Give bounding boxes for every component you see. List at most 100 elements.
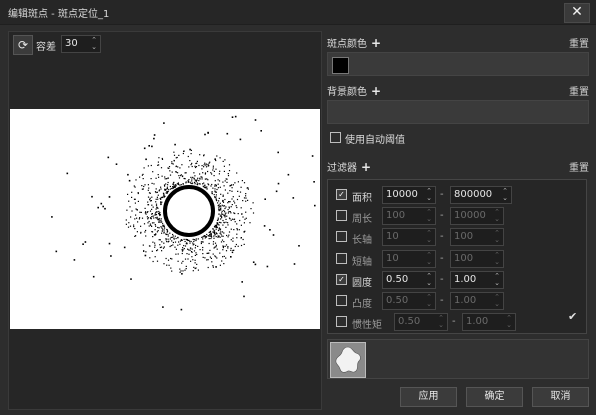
noise-speck xyxy=(163,226,165,228)
filter-min-spinbox[interactable]: 10 ⌃ ⌄ xyxy=(382,249,436,268)
add-bg-color-button[interactable]: + xyxy=(371,84,381,98)
add-spot-color-button[interactable]: + xyxy=(371,36,381,50)
noise-speck xyxy=(234,115,237,118)
noise-speck xyxy=(166,264,168,266)
spinner-arrows-icon[interactable]: ⌃ ⌄ xyxy=(437,315,445,329)
noise-speck xyxy=(160,221,163,223)
confirm-check-icon[interactable]: ✔ xyxy=(568,310,577,323)
spinner-arrows-icon[interactable]: ⌃ ⌄ xyxy=(425,272,433,287)
noise-speck xyxy=(225,178,227,180)
noise-speck xyxy=(228,164,231,166)
spinner-arrows-icon[interactable]: ⌃ ⌄ xyxy=(493,209,501,223)
filter-max-spinbox[interactable]: 1.00 ⌃ ⌄ xyxy=(462,313,516,332)
apply-button[interactable]: 应用 xyxy=(400,387,457,407)
filter-checkbox[interactable]: ✓ xyxy=(336,189,347,200)
noise-speck xyxy=(245,200,247,202)
range-dash: - xyxy=(440,210,444,222)
spinner-arrows-icon[interactable]: ⌃ ⌄ xyxy=(425,188,433,202)
noise-speck xyxy=(162,225,164,227)
spinner-arrows-icon[interactable]: ⌃ ⌄ xyxy=(501,188,509,202)
noise-speck xyxy=(142,178,144,180)
filter-min-spinbox[interactable]: 100 ⌃ ⌄ xyxy=(382,207,436,226)
noise-speck xyxy=(169,232,171,234)
filter-max-spinbox[interactable]: 100 ⌃ ⌄ xyxy=(450,228,504,247)
add-filter-button[interactable]: + xyxy=(361,160,371,174)
filter-checkbox[interactable] xyxy=(336,316,347,328)
noise-speck xyxy=(144,184,146,186)
filter-checkbox[interactable]: ✓ xyxy=(336,273,347,285)
noise-speck xyxy=(153,137,155,140)
bg-color-reset-link[interactable]: 重置 xyxy=(569,83,589,98)
noise-speck xyxy=(224,180,226,182)
filter-min-spinbox[interactable]: 10 ⌃ ⌄ xyxy=(382,228,436,247)
filter-min-spinbox[interactable]: 0.50 ⌃ ⌄ xyxy=(382,270,436,289)
noise-speck xyxy=(191,180,193,182)
spot-color-reset-link[interactable]: 重置 xyxy=(569,35,589,50)
spinner-arrows-icon[interactable]: ⌃ ⌄ xyxy=(425,251,433,266)
spot-color-swatch[interactable] xyxy=(332,57,349,74)
filter-min-spinbox[interactable]: 0.50 ⌃ ⌄ xyxy=(394,313,448,332)
filter-checkbox[interactable] xyxy=(336,295,347,306)
noise-speck xyxy=(137,200,139,202)
window-title: 编辑斑点 - 斑点定位_1 xyxy=(8,9,110,20)
tolerance-spinbox[interactable]: 30 ⌃ ⌄ xyxy=(61,35,101,53)
noise-speck xyxy=(162,196,164,199)
noise-speck xyxy=(147,222,149,224)
close-button[interactable]: ✕ xyxy=(564,3,590,23)
noise-speck xyxy=(154,256,156,258)
noise-speck xyxy=(187,181,190,183)
spinner-arrows-icon[interactable]: ⌃ ⌄ xyxy=(425,230,433,244)
spinner-arrows-icon[interactable]: ⌃ ⌄ xyxy=(425,209,433,223)
spot-color-box[interactable] xyxy=(327,52,589,76)
noise-speck xyxy=(213,235,215,237)
filter-min-spinbox[interactable]: 0.50 ⌃ ⌄ xyxy=(382,292,436,310)
spinner-arrows-icon[interactable]: ⌃ ⌄ xyxy=(425,294,433,308)
blob-preview-canvas[interactable] xyxy=(10,109,320,329)
noise-speck xyxy=(151,213,153,215)
noise-speck xyxy=(201,178,203,180)
spinner-arrows-icon[interactable]: ⌃ ⌄ xyxy=(493,230,501,244)
noise-speck xyxy=(181,175,184,178)
bg-color-box[interactable] xyxy=(327,100,589,124)
noise-speck xyxy=(127,226,130,228)
filter-max-spinbox[interactable]: 10000 ⌃ ⌄ xyxy=(450,207,504,226)
noise-speck xyxy=(172,244,174,246)
spinner-arrows-icon[interactable]: ⌃ ⌄ xyxy=(493,251,501,266)
filter-max-spinbox[interactable]: 800000 ⌃ ⌄ xyxy=(450,186,512,204)
filter-min-spinbox[interactable]: 10000 ⌃ ⌄ xyxy=(382,186,436,204)
spinner-arrows-icon[interactable]: ⌃ ⌄ xyxy=(493,272,501,287)
noise-speck xyxy=(177,166,179,168)
preview-panel: ⟳ 容差 30 ⌃ ⌄ xyxy=(8,31,322,410)
filter-checkbox[interactable] xyxy=(336,252,347,264)
noise-speck xyxy=(223,170,225,172)
noise-speck xyxy=(214,184,216,186)
noise-speck xyxy=(240,186,242,188)
auto-threshold-checkbox[interactable] xyxy=(330,132,341,143)
filter-max-spinbox[interactable]: 1.00 ⌃ ⌄ xyxy=(450,292,504,310)
noise-speck xyxy=(175,248,177,250)
ok-button[interactable]: 确定 xyxy=(466,387,523,407)
filter-checkbox[interactable] xyxy=(336,231,347,243)
noise-speck xyxy=(188,166,190,168)
noise-speck xyxy=(222,181,224,183)
cancel-button[interactable]: 取消 xyxy=(532,387,589,407)
spinner-arrows-icon[interactable]: ⌃ ⌄ xyxy=(90,37,98,51)
spinner-arrows-icon[interactable]: ⌃ ⌄ xyxy=(505,315,513,329)
filter-max-spinbox[interactable]: 100 ⌃ ⌄ xyxy=(450,249,504,268)
noise-speck xyxy=(148,225,150,227)
noise-speck xyxy=(140,231,142,233)
noise-speck xyxy=(222,235,224,237)
noise-speck xyxy=(227,175,230,177)
noise-speck xyxy=(234,245,236,248)
filter-checkbox[interactable] xyxy=(336,210,347,222)
noise-speck xyxy=(157,164,159,166)
noise-speck xyxy=(195,166,198,168)
noise-speck xyxy=(134,186,136,188)
filter-reset-link[interactable]: 重置 xyxy=(569,159,589,174)
filter-max-spinbox[interactable]: 1.00 ⌃ ⌄ xyxy=(450,270,504,289)
noise-speck xyxy=(154,214,156,216)
refresh-icon[interactable]: ⟳ xyxy=(13,35,33,55)
blob-thumbnail[interactable] xyxy=(330,342,366,378)
noise-speck xyxy=(147,201,149,203)
spinner-arrows-icon[interactable]: ⌃ ⌄ xyxy=(493,294,501,308)
